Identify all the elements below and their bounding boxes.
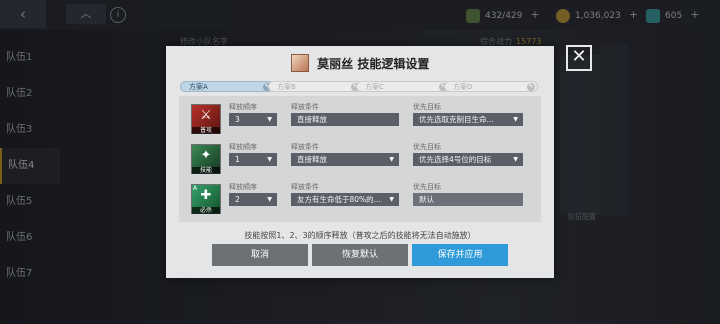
skill-row: ✦ 技能 释放顺序 1 ▼ 释放条件 直接释放 ▼ 优先目标 优先选择4号位的目标 ▼ [191, 140, 531, 178]
dialog-header: 莫丽丝 技能逻辑设置 [166, 54, 554, 72]
dialog-title: 莫丽丝 技能逻辑设置 [317, 56, 430, 71]
save-apply-button[interactable]: 保存并应用 [412, 244, 508, 266]
order-hint: 技能按照1、2、3的顺序释放（普攻之后的技能将无法自动施放） [244, 231, 476, 240]
target-select[interactable]: 优先选择4号位的目标 ▼ [413, 153, 523, 166]
order-value: 1 [235, 155, 240, 164]
character-portrait [290, 54, 309, 72]
tab-label: 方案D [453, 83, 473, 91]
tab-plan-c[interactable]: 方案C ✎ [356, 81, 450, 92]
order-value: 2 [235, 195, 240, 204]
skill-glyph: ⚔ [200, 108, 212, 123]
order-label: 释放顺序 [229, 183, 257, 191]
order-value: 3 [235, 115, 240, 124]
condition-value: 直接释放 [297, 155, 327, 164]
condition-select[interactable]: 友方有生命低于80%的... ▼ [291, 193, 399, 206]
skill-icon: ✦ 技能 [191, 144, 221, 174]
condition-label: 释放条件 [291, 103, 319, 111]
tab-plan-d[interactable]: 方案D ✎ [444, 81, 538, 92]
target-select[interactable]: 优先选取克制目生命... ▼ [413, 113, 523, 126]
tab-label: 方案A [189, 83, 208, 91]
target-value: 优先选取克制目生命... [419, 115, 494, 124]
cancel-button[interactable]: 取消 [212, 244, 308, 266]
skill-settings-panel: ⚔ 普攻 释放顺序 3 ▼ 释放条件 直接释放 优先目标 优先选取克制目生命...… [179, 96, 541, 222]
order-select[interactable]: 3 ▼ [229, 113, 277, 126]
target-value: 优先选择4号位的目标 [419, 155, 492, 164]
skill-row: ⚔ 普攻 释放顺序 3 ▼ 释放条件 直接释放 优先目标 优先选取克制目生命...… [191, 100, 531, 138]
condition-value: 直接释放 [297, 115, 327, 124]
condition-label: 释放条件 [291, 143, 319, 151]
target-value: 默认 [419, 195, 434, 204]
normal-attack-icon: ⚔ 普攻 [191, 104, 221, 134]
target-label: 优先目标 [413, 143, 441, 151]
edit-icon[interactable]: ✎ [527, 83, 535, 91]
order-label: 释放顺序 [229, 143, 257, 151]
condition-label: 释放条件 [291, 183, 319, 191]
dropdown-arrow-icon: ▼ [267, 156, 272, 163]
tab-plan-b[interactable]: 方案B ✎ [268, 81, 362, 92]
target-label: 优先目标 [413, 183, 441, 191]
dropdown-arrow-icon: ▼ [389, 196, 394, 203]
skill-tag: 技能 [192, 167, 220, 174]
dropdown-arrow-icon: ▼ [389, 156, 394, 163]
tab-plan-a[interactable]: 方案A ✎ [180, 81, 274, 92]
skill-row: A ✚ 必杀 释放顺序 2 ▼ 释放条件 友方有生命低于80%的... ▼ 优先目标… [191, 180, 531, 218]
tab-label: 方案C [365, 83, 384, 91]
order-label: 释放顺序 [229, 103, 257, 111]
skill-glyph: ✚ [200, 188, 212, 203]
condition-select[interactable]: 直接释放 [291, 113, 399, 126]
reset-default-button[interactable]: 恢复默认 [312, 244, 408, 266]
skill-tag: 普攻 [192, 127, 220, 134]
plan-tabs: 方案A ✎ 方案B ✎ 方案C ✎ 方案D ✎ [180, 81, 540, 93]
tab-label: 方案B [277, 83, 296, 91]
target-select[interactable]: 默认 [413, 193, 523, 206]
dropdown-arrow-icon: ▼ [267, 116, 272, 123]
order-select[interactable]: 2 ▼ [229, 193, 277, 206]
skill-logic-dialog: 莫丽丝 技能逻辑设置 方案A ✎ 方案B ✎ 方案C ✎ 方案D ✎ ⚔ 普攻 释放顺序… [166, 46, 554, 278]
target-label: 优先目标 [413, 103, 441, 111]
order-select[interactable]: 1 ▼ [229, 153, 277, 166]
close-icon[interactable]: ✕ [566, 45, 592, 71]
dropdown-arrow-icon: ▼ [513, 116, 518, 123]
ultimate-skill-icon: A ✚ 必杀 [191, 184, 221, 214]
skill-glyph: ✦ [200, 148, 212, 163]
skill-tag: 必杀 [192, 207, 220, 214]
dropdown-arrow-icon: ▼ [513, 156, 518, 163]
condition-select[interactable]: 直接释放 ▼ [291, 153, 399, 166]
dropdown-arrow-icon: ▼ [267, 196, 272, 203]
condition-value: 友方有生命低于80%的... [297, 195, 381, 204]
